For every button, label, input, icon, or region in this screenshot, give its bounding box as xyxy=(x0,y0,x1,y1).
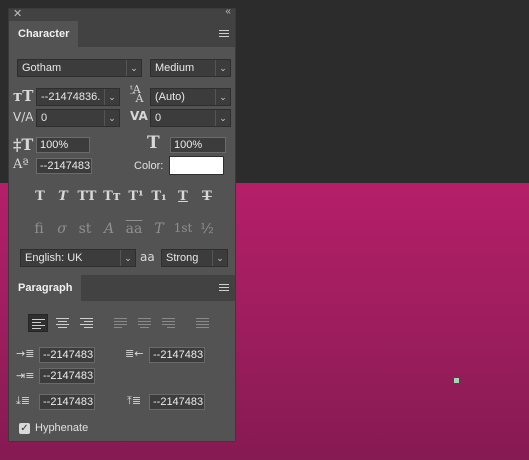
vertical-scale-icon: ‡T xyxy=(13,135,34,154)
justify-last-right-button[interactable] xyxy=(159,314,179,332)
baseline-shift-field[interactable]: --2147483 xyxy=(36,158,92,174)
indent-first-line-icon: ⇥≡ xyxy=(16,369,35,382)
hyphenate-label: Hyphenate xyxy=(35,422,89,434)
language-dropdown[interactable]: English: UK ⌄ xyxy=(20,249,136,267)
stylistic-alternates-button[interactable]: aa xyxy=(123,221,145,237)
leading-dropdown[interactable]: (Auto) ⌄ xyxy=(150,88,231,106)
character-paragraph-panel: ✕ ‹‹ Character Gotham ⌄ Medium ⌄ ᴛT --21… xyxy=(8,6,236,442)
justify-last-center-button[interactable] xyxy=(135,314,155,332)
kerning-dropdown[interactable]: 0 ⌄ xyxy=(36,109,120,127)
collapse-icon[interactable]: ‹‹ xyxy=(225,6,231,17)
chevron-down-icon: ⌄ xyxy=(104,89,119,105)
leading-icon: ᵗA ‾A xyxy=(130,83,144,105)
align-right-button[interactable] xyxy=(77,314,97,332)
character-tabstrip: Character xyxy=(9,21,235,47)
font-family-value: Gotham xyxy=(22,62,62,74)
font-style-value: Medium xyxy=(155,62,195,74)
old-style-button[interactable]: σ xyxy=(53,221,71,237)
horizontal-scale-field[interactable]: 100% xyxy=(170,137,226,153)
anti-alias-icon: aa xyxy=(140,250,155,264)
anti-alias-dropdown[interactable]: Strong ⌄ xyxy=(161,249,228,267)
all-caps-button[interactable]: TT xyxy=(76,189,98,204)
align-left-button[interactable] xyxy=(28,314,48,332)
chevron-down-icon: ⌄ xyxy=(212,250,227,266)
ligatures-button[interactable]: ﬁ xyxy=(30,221,48,237)
chevron-down-icon: ⌄ xyxy=(126,60,141,76)
canvas-selection-handle[interactable] xyxy=(454,378,459,383)
justify-last-left-button[interactable] xyxy=(111,314,131,332)
close-icon[interactable]: ✕ xyxy=(13,7,22,20)
anti-alias-value: Strong xyxy=(166,252,199,264)
underline-button[interactable]: T xyxy=(175,189,191,204)
discretionary-ligatures-button[interactable]: st xyxy=(76,221,94,237)
leading-value: (Auto) xyxy=(155,91,185,103)
tracking-dropdown[interactable]: 0 ⌄ xyxy=(150,109,231,127)
small-caps-button[interactable]: Tт xyxy=(102,189,122,204)
panel-topbar: ✕ ‹‹ xyxy=(9,6,235,21)
chevron-down-icon: ⌄ xyxy=(215,110,230,126)
titling-alternates-button[interactable]: T xyxy=(150,221,168,237)
space-after-field[interactable]: --2147483 xyxy=(149,394,205,410)
font-size-icon: ᴛT xyxy=(13,87,34,105)
panel-menu-icon[interactable] xyxy=(219,284,229,292)
kerning-value: 0 xyxy=(41,112,48,124)
font-style-dropdown[interactable]: Medium ⌄ xyxy=(150,59,231,77)
space-after-icon: ⤒≣ xyxy=(127,394,142,407)
color-swatch[interactable] xyxy=(169,156,224,175)
language-value: English: UK xyxy=(25,252,83,264)
tracking-value: 0 xyxy=(155,112,162,124)
tracking-icon: VA xyxy=(130,109,148,123)
panel-menu-icon[interactable] xyxy=(219,30,229,38)
indent-first-line-field[interactable]: --2147483 xyxy=(39,368,95,384)
subscript-button[interactable]: T₁ xyxy=(150,189,168,204)
indent-left-field[interactable]: --2147483 xyxy=(39,347,95,363)
space-before-field[interactable]: --2147483 xyxy=(39,394,95,410)
faux-italic-button[interactable]: T xyxy=(55,189,71,204)
paragraph-tabstrip: Paragraph xyxy=(9,275,235,301)
hyphenate-checkbox[interactable]: ✓ xyxy=(19,423,30,434)
tab-character[interactable]: Character xyxy=(9,21,79,47)
fractions-button[interactable]: ½ xyxy=(198,221,216,237)
chevron-down-icon: ⌄ xyxy=(215,60,230,76)
swash-button[interactable]: A xyxy=(100,221,118,237)
font-size-value: --21474836. xyxy=(41,91,101,103)
indent-right-icon: ≣← xyxy=(125,347,144,360)
tab-paragraph[interactable]: Paragraph xyxy=(9,275,82,301)
chevron-down-icon: ⌄ xyxy=(104,110,119,126)
vertical-scale-field[interactable]: 100% xyxy=(36,137,90,153)
strikethrough-button[interactable]: T xyxy=(199,189,215,204)
indent-left-icon: →≣ xyxy=(16,347,35,360)
chevron-down-icon: ⌄ xyxy=(120,250,135,266)
baseline-shift-icon: Aª xyxy=(13,157,29,172)
font-family-dropdown[interactable]: Gotham ⌄ xyxy=(17,59,142,77)
align-center-button[interactable] xyxy=(53,314,73,332)
chevron-down-icon: ⌄ xyxy=(215,89,230,105)
ordinals-button[interactable]: 1st xyxy=(171,221,195,235)
space-before-icon: ⤓≣ xyxy=(16,394,31,407)
font-size-dropdown[interactable]: --21474836. ⌄ xyxy=(36,88,120,106)
faux-bold-button[interactable]: T xyxy=(32,189,48,204)
indent-right-field[interactable]: --2147483 xyxy=(149,347,205,363)
justify-all-button[interactable] xyxy=(193,314,213,332)
horizontal-scale-icon: T xyxy=(147,133,160,153)
color-label: Color: xyxy=(134,160,164,172)
superscript-button[interactable]: T¹ xyxy=(127,189,145,204)
kerning-icon: V/A xyxy=(13,110,34,124)
